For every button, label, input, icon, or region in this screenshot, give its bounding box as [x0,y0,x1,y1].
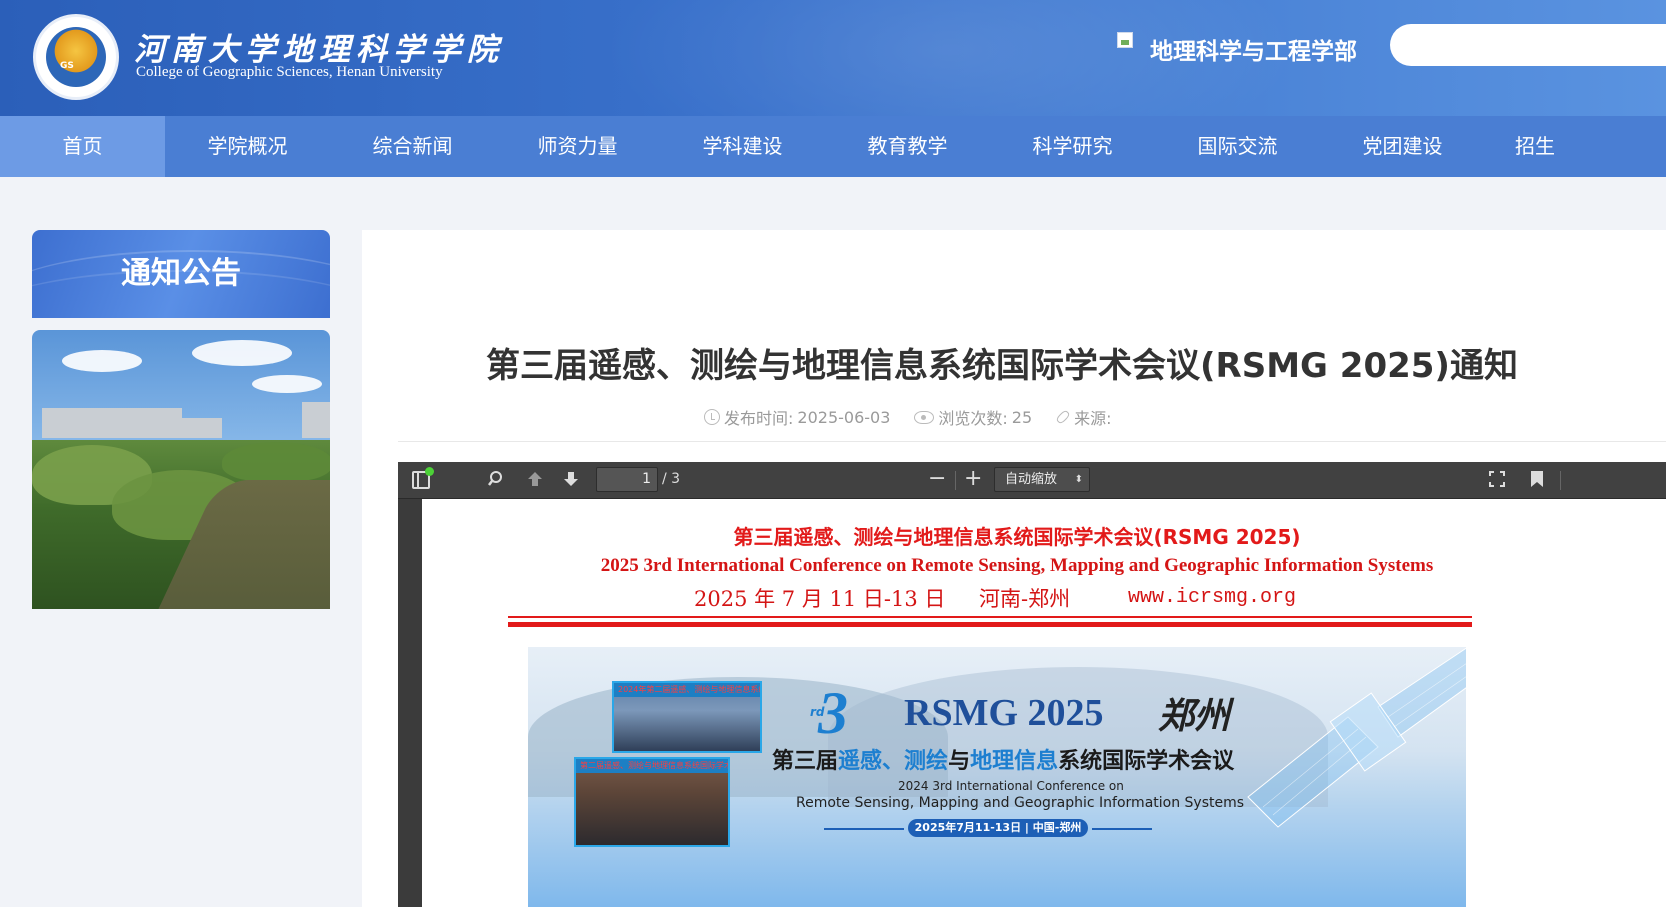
doc-title-en: 2025 3rd International Conference on Rem… [600,555,1434,576]
name-highlight: 地理信息 [970,749,1059,774]
dept-logo-image-icon [1117,32,1133,48]
views-label: 浏览次数: [938,409,1008,428]
nav-item-education[interactable]: 教育教学 [825,116,990,177]
page-total: / 3 [662,471,681,487]
conference-name-en-line1: 2024 3rd International Conference on [898,779,1124,793]
doc-place: 河南-郑州 [979,587,1071,611]
next-page-icon[interactable] [562,470,580,492]
campus-building [182,418,222,438]
pdf-page: 第三届遥感、测绘与地理信息系统国际学术会议(RSMG 2025) 2025 3r… [422,499,1666,907]
willow-tree [222,442,330,482]
page-number-input[interactable]: 1 [596,467,658,492]
link-icon [1055,409,1071,425]
nav-item-party[interactable]: 党团建设 [1320,116,1485,177]
red-rule [508,616,1472,618]
city-calligraphy: 郑州 [1158,695,1231,737]
decor-line [1092,828,1152,830]
sidebar-title-block: 通知公告 [32,230,330,318]
nav-item-admissions[interactable]: 招生 [1485,116,1650,177]
site-header: GS 河南大学地理科学学院 College of Geographic Scie… [0,0,1666,116]
article-panel: 第三届遥感、测绘与地理信息系统国际学术会议(RSMG 2025)通知 发布时间:… [362,230,1666,907]
name-highlight: 测绘 [904,749,949,774]
notification-dot-icon [425,467,434,476]
toolbar-separator [955,471,956,490]
eye-icon [914,410,935,424]
cloud [192,340,292,366]
photo-caption: 第二届遥感、测绘与地理信息系统国际学术会议(RSMG [576,759,728,773]
zoom-in-icon[interactable]: + [964,466,982,491]
logo-text: GS [60,61,74,71]
zoom-out-icon[interactable]: − [928,466,946,491]
nav-item-research[interactable]: 科学研究 [990,116,1155,177]
publish-info: 发布时间: 2025-06-03 [704,405,890,429]
views-info: 浏览次数: 25 [914,405,1032,429]
nav-item-about[interactable]: 学院概况 [165,116,330,177]
fullscreen-icon[interactable] [1488,470,1506,492]
name-part: 系统国际学术会议 [1058,749,1235,774]
doc-url[interactable]: www.icrsmg.org [1128,586,1296,609]
meta-divider [398,441,1666,442]
college-logo[interactable]: GS [33,14,119,100]
conference-photo: 2024年第二届遥感、测绘与地理信息系统国际学术会议 [612,681,762,753]
satellite-graphic [1247,647,1466,828]
zoom-select[interactable]: 自动缩放 ⬍ [994,467,1090,492]
bookmark-icon[interactable] [1530,470,1544,492]
nav-item-disciplines[interactable]: 学科建设 [660,116,825,177]
campus-building [302,402,330,438]
views-count: 25 [1011,407,1033,427]
cloud [252,375,322,393]
name-highlight: 遥感 [838,749,883,774]
sidebar-title: 通知公告 [121,256,241,291]
decor-line [824,828,904,830]
name-part: 第三届 [772,749,839,774]
photo-caption: 2024年第二届遥感、测绘与地理信息系统国际学术会议 [614,683,760,697]
name-part: 与 [948,749,971,774]
logo-emblem [46,27,106,87]
campus-building [42,408,182,438]
nav-item-news[interactable]: 综合新闻 [330,116,495,177]
clock-icon [704,409,720,425]
publish-label: 发布时间: [724,409,794,428]
nav-item-international[interactable]: 国际交流 [1155,116,1320,177]
article-meta: 发布时间: 2025-06-03 浏览次数: 25 来源: [704,405,1112,429]
source-label: 来源: [1074,409,1112,428]
pdf-toolbar: 1 / 3 − + 自动缩放 ⬍ [398,462,1666,499]
zoom-value: 自动缩放 [1005,472,1058,487]
source-info: 来源: [1055,405,1112,429]
name-separator: 、 [882,749,905,774]
doc-date: 2025 年 7 月 11 日-13 日 [694,587,946,611]
conference-photo: 第二届遥感、测绘与地理信息系统国际学术会议(RSMG [574,757,730,847]
nav-item-faculty[interactable]: 师资力量 [495,116,660,177]
red-rule-thick [508,622,1472,627]
pdf-viewer: 1 / 3 − + 自动缩放 ⬍ 第三届遥感、测绘与地理信息系统国际学术会议(R… [398,462,1666,907]
campus-photo [32,330,330,609]
article-title: 第三届遥感、测绘与地理信息系统国际学术会议(RSMG 2025)通知 [486,346,1518,386]
dept-link[interactable]: 地理科学与工程学部 [1150,32,1357,66]
site-name-cn[interactable]: 河南大学地理科学学院 [134,24,504,69]
main-nav: 首页 学院概况 综合新闻 师资力量 学科建设 教育教学 科学研究 国际交流 党团… [0,116,1666,177]
site-name-en: College of Geographic Sciences, Henan Un… [136,64,443,80]
select-arrows-icon: ⬍ [1074,474,1083,485]
cloud [62,350,142,372]
conference-name-cn: 第三届遥感、测绘与地理信息系统国际学术会议 [772,743,1234,775]
nav-item-home[interactable]: 首页 [0,116,165,177]
search-icon[interactable] [488,470,506,492]
search-input[interactable] [1390,24,1666,66]
publish-date: 2025-06-03 [797,407,891,427]
conference-date-pill: 2025年7月11-13日 | 中国-郑州 [908,819,1088,837]
toolbar-separator [1560,471,1561,490]
conference-name-en-line2: Remote Sensing, Mapping and Geographic I… [796,795,1245,811]
ordinal-number: 3 [818,680,848,746]
conference-acronym: RSMG 2025 [904,692,1104,734]
previous-page-icon[interactable] [526,470,544,492]
conference-banner: 2024年第二届遥感、测绘与地理信息系统国际学术会议 第二届遥感、测绘与地理信息… [528,647,1466,907]
doc-title-cn: 第三届遥感、测绘与地理信息系统国际学术会议(RSMG 2025) [733,525,1301,549]
